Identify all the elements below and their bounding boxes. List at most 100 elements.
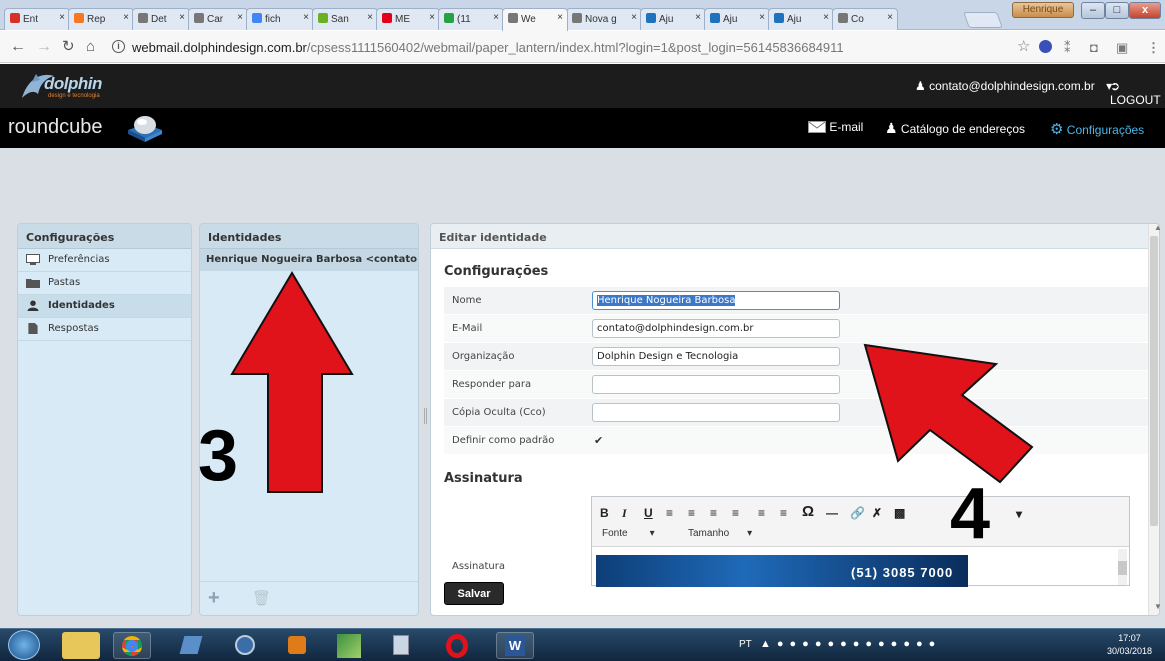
calculator-icon[interactable] xyxy=(382,632,420,659)
browser-tab[interactable]: Nova g × xyxy=(566,8,642,30)
camera-icon[interactable]: ◘ xyxy=(1090,40,1098,55)
profile-button[interactable]: Henrique xyxy=(1012,2,1074,18)
new-tab-button[interactable] xyxy=(963,12,1003,28)
add-identity-icon[interactable]: + xyxy=(208,587,220,610)
browser-tab[interactable]: Aju × xyxy=(768,8,834,30)
extension-1-icon[interactable] xyxy=(1039,40,1052,53)
browser-tab[interactable]: We × xyxy=(502,8,568,31)
info-icon[interactable]: i xyxy=(112,40,125,53)
language-indicator[interactable]: PT xyxy=(739,639,752,650)
reply-to-field[interactable] xyxy=(592,375,840,394)
app-icon-4[interactable] xyxy=(330,632,368,659)
unlink-icon[interactable]: ✗ xyxy=(872,506,882,520)
edit-panel-scrollbar[interactable] xyxy=(1148,224,1159,615)
settings-item-folders[interactable]: Pastas xyxy=(18,272,191,295)
tab-close-icon[interactable]: × xyxy=(493,12,499,23)
window-close-button[interactable]: x xyxy=(1129,2,1161,19)
maximize-button[interactable]: □ xyxy=(1105,2,1129,19)
browser-tab[interactable]: ME × xyxy=(376,8,440,30)
tab-close-icon[interactable]: × xyxy=(695,12,701,23)
bcc-field[interactable] xyxy=(592,403,840,422)
italic-icon[interactable]: I xyxy=(622,506,627,521)
roundcube-logo[interactable]: roundcube xyxy=(8,116,103,139)
identity-list-item[interactable]: Henrique Nogueira Barbosa <contato... xyxy=(200,249,418,271)
dolphin-logo[interactable]: dolphin design e tecnologia xyxy=(18,68,112,104)
app-icon-3[interactable] xyxy=(278,632,316,659)
browser-tab[interactable]: Aju × xyxy=(704,8,770,30)
browser-tab[interactable]: Rep × xyxy=(68,8,134,30)
splitter-handle[interactable] xyxy=(424,408,427,424)
browser-tab[interactable]: Ent × xyxy=(4,8,70,30)
settings-item-responses[interactable]: Respostas xyxy=(18,318,191,341)
browser-tab[interactable]: Aju × xyxy=(640,8,706,30)
chrome-taskbar-icon[interactable] xyxy=(113,632,151,659)
extension-3-icon[interactable]: ▣ xyxy=(1116,40,1128,56)
opera-icon[interactable] xyxy=(438,632,476,659)
name-field[interactable]: Henrique Nogueira Barbosa xyxy=(592,291,840,310)
reload-icon[interactable]: ↻ xyxy=(62,38,75,56)
horizontal-rule-icon[interactable]: — xyxy=(826,506,838,520)
numbered-list-icon[interactable]: ≡ xyxy=(780,506,787,520)
default-checkbox[interactable]: ✔ xyxy=(594,434,603,447)
tab-close-icon[interactable]: × xyxy=(759,12,765,23)
bookmark-star-icon[interactable]: ☆ xyxy=(1017,37,1030,55)
align-right-icon[interactable]: ≡ xyxy=(710,506,717,520)
underline-icon[interactable]: U xyxy=(644,506,653,520)
tab-close-icon[interactable]: × xyxy=(59,12,65,23)
special-char-icon[interactable]: Ω xyxy=(802,503,814,520)
organization-field[interactable]: Dolphin Design e Tecnologia xyxy=(592,347,840,366)
minimize-button[interactable]: – xyxy=(1081,2,1105,19)
tab-close-icon[interactable]: × xyxy=(429,12,435,23)
bullet-list-icon[interactable]: ≡ xyxy=(758,506,765,520)
tab-close-icon[interactable]: × xyxy=(303,12,309,23)
bold-icon[interactable]: B xyxy=(600,506,609,520)
menu-icon[interactable]: ⋮ xyxy=(1147,40,1160,56)
forward-icon[interactable]: → xyxy=(36,38,52,56)
user-account-menu[interactable]: ♟ contato@dolphindesign.com.br ▾ xyxy=(915,79,1112,93)
browser-tab[interactable]: (11 × xyxy=(438,8,504,30)
image-icon[interactable]: ▩ xyxy=(894,506,905,520)
start-button[interactable] xyxy=(8,630,40,660)
nav-email[interactable]: E-mail xyxy=(808,120,863,134)
tab-close-icon[interactable]: × xyxy=(367,12,373,23)
signature-editor[interactable]: B I U ≡ ≡ ≡ ≡ ≡ ≡ Ω — 🔗 ✗ ▩ ▾ Fonte ▾ Tam… xyxy=(591,496,1130,587)
save-button[interactable]: Salvar xyxy=(444,582,504,605)
align-center-icon[interactable]: ≡ xyxy=(688,506,695,520)
align-left-icon[interactable]: ≡ xyxy=(666,506,673,520)
link-icon[interactable]: 🔗 xyxy=(850,506,865,520)
browser-tab[interactable]: San × xyxy=(312,8,378,30)
taskbar-clock[interactable]: 17:07 30/03/2018 xyxy=(1107,632,1152,658)
scroll-up-icon[interactable]: ▲ xyxy=(1154,223,1162,232)
tab-close-icon[interactable]: × xyxy=(557,12,563,23)
size-select[interactable]: Tamanho ▾ xyxy=(688,528,752,539)
extension-2-icon[interactable]: ⁑ xyxy=(1064,40,1071,56)
nav-contacts[interactable]: ♟ Catálogo de endereços xyxy=(885,120,1025,137)
tab-close-icon[interactable]: × xyxy=(631,12,637,23)
justify-icon[interactable]: ≡ xyxy=(732,506,739,520)
delete-identity-icon[interactable]: 🗑 xyxy=(252,589,271,607)
explorer-icon[interactable] xyxy=(62,632,100,659)
system-tray-icons[interactable]: ▲●●●●●●●●●●●●● xyxy=(760,638,935,650)
url-field[interactable]: i webmail.dolphindesign.com.br/cpsess111… xyxy=(88,35,1018,59)
scroll-down-icon[interactable]: ▼ xyxy=(1154,602,1162,611)
settings-item-identities[interactable]: Identidades xyxy=(18,295,191,318)
app-icon[interactable] xyxy=(172,632,210,659)
word-icon[interactable]: W xyxy=(496,632,534,659)
tab-close-icon[interactable]: × xyxy=(179,12,185,23)
tab-close-icon[interactable]: × xyxy=(823,12,829,23)
settings-item-preferences[interactable]: Preferências xyxy=(18,249,191,272)
browser-tab[interactable]: Car × xyxy=(188,8,248,30)
font-select[interactable]: Fonte ▾ xyxy=(602,528,655,539)
tab-close-icon[interactable]: × xyxy=(237,12,243,23)
browser-tab[interactable]: fich × xyxy=(246,8,314,30)
editor-scrollbar[interactable] xyxy=(1118,549,1127,585)
browser-tab[interactable]: Det × xyxy=(132,8,190,30)
nav-settings[interactable]: ⚙ Configurações xyxy=(1050,120,1144,138)
browser-tab[interactable]: Co × xyxy=(832,8,898,30)
back-icon[interactable]: ← xyxy=(10,38,26,56)
tab-close-icon[interactable]: × xyxy=(123,12,129,23)
app-icon-2[interactable] xyxy=(226,632,264,659)
email-field[interactable]: contato@dolphindesign.com.br xyxy=(592,319,840,338)
more-chevron-icon[interactable]: ▾ xyxy=(1016,507,1022,521)
tab-close-icon[interactable]: × xyxy=(887,12,893,23)
